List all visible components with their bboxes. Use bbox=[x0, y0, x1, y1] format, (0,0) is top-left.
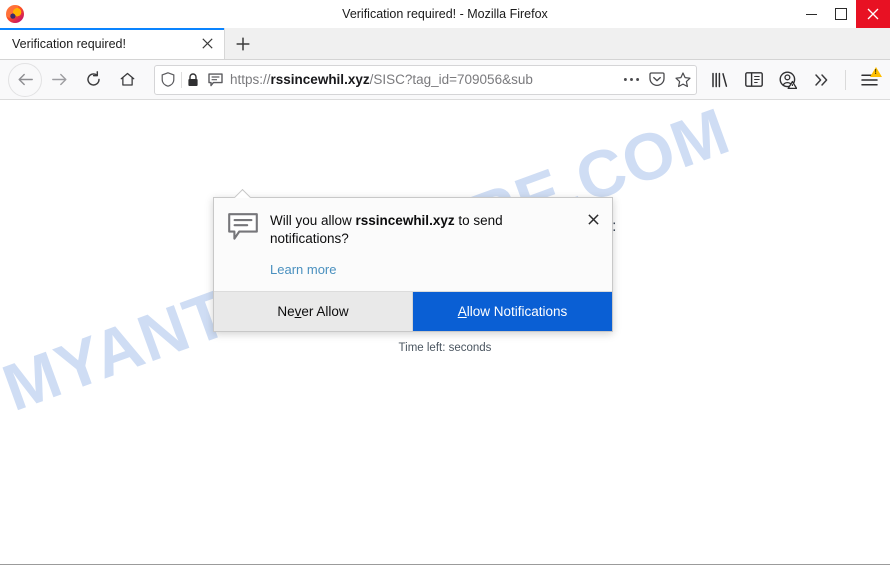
close-icon bbox=[587, 213, 599, 225]
never-allow-accesskey: v bbox=[294, 304, 302, 319]
star-icon bbox=[675, 71, 691, 87]
question-origin: rssincewhil.xyz bbox=[355, 213, 455, 228]
forward-button[interactable] bbox=[42, 63, 76, 97]
new-tab-button[interactable] bbox=[225, 28, 261, 59]
url-scheme: https:// bbox=[230, 72, 271, 87]
sidebar-button[interactable] bbox=[737, 63, 771, 97]
account-warning-icon bbox=[779, 70, 797, 89]
url-text[interactable]: https://rssincewhil.xyz/SISC?tag_id=7090… bbox=[230, 72, 618, 87]
toolbar-separator bbox=[845, 69, 846, 90]
ellipsis-icon bbox=[623, 78, 639, 81]
pocket-icon bbox=[649, 72, 665, 87]
update-warning-badge bbox=[870, 66, 882, 77]
plus-icon bbox=[236, 37, 250, 50]
maximize-icon bbox=[835, 8, 847, 20]
permission-question: Will you allow rssincewhil.xyz to send n… bbox=[270, 212, 598, 248]
window-controls bbox=[796, 0, 890, 28]
overflow-menu-button[interactable] bbox=[805, 63, 839, 97]
allow-after: llow Notifications bbox=[466, 304, 568, 319]
never-allow-after: er Allow bbox=[301, 304, 349, 319]
back-arrow-icon bbox=[18, 73, 33, 86]
library-icon bbox=[712, 72, 728, 87]
allow-accesskey: A bbox=[457, 304, 467, 319]
page-content: MYANTISPYWARE.COM If the verification do… bbox=[0, 100, 890, 553]
question-prefix: Will you allow bbox=[270, 213, 356, 228]
home-button[interactable] bbox=[110, 63, 144, 97]
url-path: /SISC?tag_id=709056&sub bbox=[369, 72, 533, 87]
close-icon bbox=[201, 38, 213, 49]
popup-button-row: Ne v er Allow Allow Notifications bbox=[214, 291, 612, 331]
browser-window: Verification required! - Mozilla Firefox… bbox=[0, 0, 890, 565]
bookmark-star-button[interactable] bbox=[670, 67, 696, 93]
reload-icon bbox=[86, 71, 100, 86]
minimize-icon bbox=[805, 13, 817, 15]
maximize-button[interactable] bbox=[826, 0, 856, 28]
time-left-text: Time left: seconds bbox=[398, 342, 492, 354]
popup-text-wrapper: Will you allow rssincewhil.xyz to send n… bbox=[270, 212, 598, 279]
popup-arrow bbox=[233, 189, 251, 198]
navigation-toolbar: https://rssincewhil.xyz/SISC?tag_id=7090… bbox=[0, 60, 890, 100]
app-menu-button[interactable] bbox=[852, 63, 886, 97]
never-allow-button[interactable]: Ne v er Allow bbox=[214, 292, 413, 331]
tab-strip: Verification required! bbox=[0, 28, 890, 60]
minimize-button[interactable] bbox=[796, 0, 826, 28]
notification-permission-popup[interactable]: Will you allow rssincewhil.xyz to send n… bbox=[213, 197, 613, 332]
window-title: Verification required! - Mozilla Firefox bbox=[342, 7, 548, 21]
library-button[interactable] bbox=[703, 63, 737, 97]
tab-close-button[interactable] bbox=[196, 33, 218, 55]
tracking-protection-shield-icon[interactable] bbox=[155, 67, 181, 93]
padlock-icon[interactable] bbox=[182, 67, 204, 93]
home-icon bbox=[120, 72, 134, 86]
popup-body: Will you allow rssincewhil.xyz to send n… bbox=[214, 198, 612, 291]
url-bar[interactable]: https://rssincewhil.xyz/SISC?tag_id=7090… bbox=[154, 64, 697, 95]
tab-verification-required[interactable]: Verification required! bbox=[0, 28, 225, 59]
popup-close-button[interactable] bbox=[584, 210, 602, 228]
account-button[interactable] bbox=[771, 63, 805, 97]
close-window-button[interactable] bbox=[856, 0, 890, 28]
pocket-button[interactable] bbox=[644, 67, 670, 93]
firefox-logo-icon bbox=[6, 5, 24, 23]
url-host: rssincewhil.xyz bbox=[270, 72, 370, 87]
forward-arrow-icon bbox=[51, 73, 66, 86]
chevron-double-right-icon bbox=[815, 73, 828, 86]
tab-label: Verification required! bbox=[12, 36, 126, 51]
speech-bubble-icon bbox=[228, 213, 258, 246]
back-button[interactable] bbox=[8, 62, 42, 97]
learn-more-link[interactable]: Learn more bbox=[270, 262, 336, 277]
notification-permission-icon[interactable] bbox=[204, 67, 226, 93]
title-bar: Verification required! - Mozilla Firefox bbox=[0, 0, 890, 28]
close-icon bbox=[867, 8, 879, 20]
reload-button[interactable] bbox=[76, 63, 110, 97]
allow-notifications-button[interactable]: Allow Notifications bbox=[413, 292, 612, 331]
sidebar-icon bbox=[745, 72, 763, 87]
page-actions-button[interactable] bbox=[618, 67, 644, 93]
never-allow-before: Ne bbox=[277, 304, 295, 319]
